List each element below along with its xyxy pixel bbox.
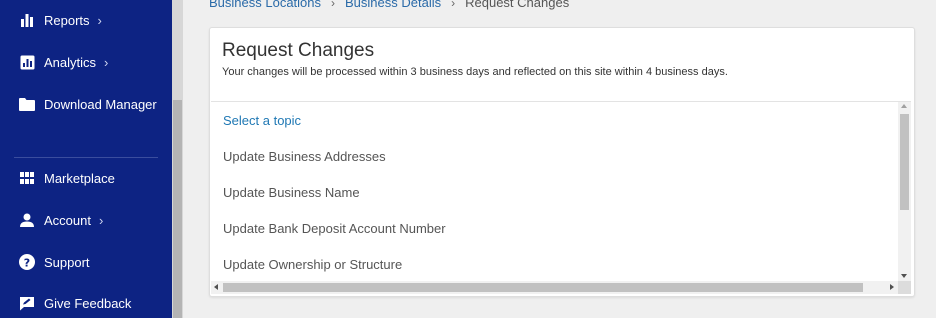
sidebar-item-analytics[interactable]: Analytics › [18, 50, 108, 74]
sidebar-item-label: Support [44, 254, 90, 270]
person-icon [18, 211, 36, 229]
sidebar-divider [14, 157, 158, 158]
scroll-right-icon[interactable] [890, 284, 894, 290]
topic-option[interactable]: Update Bank Deposit Account Number [223, 221, 446, 236]
sidebar: Reports › Analytics › Download Manager M… [0, 0, 172, 318]
grid-icon [18, 169, 36, 187]
page-subtitle: Your changes will be processed within 3 … [222, 66, 728, 78]
sidebar-item-give-feedback[interactable]: Give Feedback [18, 291, 131, 315]
chevron-right-icon: › [104, 54, 109, 70]
feedback-icon [18, 294, 36, 312]
topic-option[interactable]: Update Business Addresses [223, 149, 386, 164]
scroll-down-icon[interactable] [901, 274, 907, 278]
breadcrumb-separator: › [331, 0, 336, 10]
svg-text:?: ? [24, 256, 30, 269]
chevron-right-icon: › [98, 212, 104, 228]
help-icon: ? [18, 253, 36, 271]
request-changes-card: Request Changes Your changes will be pro… [209, 27, 915, 297]
sidebar-scrollbar[interactable] [172, 0, 183, 318]
horizontal-scrollbar-thumb[interactable] [223, 283, 863, 292]
sidebar-item-account[interactable]: Account › [18, 208, 103, 232]
breadcrumb: Business Locations › Business Details › … [209, 0, 569, 10]
sidebar-item-download-manager[interactable]: Download Manager [18, 92, 157, 116]
topic-option-placeholder[interactable]: Select a topic [223, 113, 301, 128]
page-title: Request Changes [222, 40, 375, 61]
analytics-icon [18, 53, 36, 71]
breadcrumb-link-business-details[interactable]: Business Details [345, 0, 441, 10]
chevron-right-icon: › [97, 12, 102, 28]
sidebar-item-label: Analytics [44, 54, 97, 70]
sidebar-scrollbar-thumb[interactable] [173, 100, 182, 318]
breadcrumb-link-business-locations[interactable]: Business Locations [209, 0, 321, 10]
topic-listbox[interactable]: Select a topic Update Business Addresses… [211, 101, 911, 295]
sidebar-item-label: Give Feedback [44, 295, 132, 311]
sidebar-item-marketplace[interactable]: Marketplace [18, 166, 115, 190]
topic-option[interactable]: Update Ownership or Structure [223, 257, 402, 272]
sidebar-item-label: Account [44, 212, 91, 228]
breadcrumb-current: Request Changes [465, 0, 570, 10]
scroll-up-icon[interactable] [901, 104, 907, 108]
sidebar-item-label: Reports [44, 12, 90, 28]
scrollbar-corner [898, 281, 911, 294]
sidebar-item-reports[interactable]: Reports › [18, 8, 102, 32]
folder-icon [18, 95, 36, 113]
scroll-left-icon[interactable] [214, 284, 218, 290]
sidebar-item-label: Download Manager [44, 96, 157, 112]
sidebar-item-support[interactable]: ? Support [18, 250, 90, 274]
listbox-horizontal-scrollbar[interactable] [211, 281, 898, 294]
sidebar-item-label: Marketplace [44, 170, 115, 186]
listbox-vertical-scrollbar[interactable] [898, 102, 911, 281]
topic-option[interactable]: Update Business Name [223, 185, 360, 200]
breadcrumb-separator: › [451, 0, 456, 10]
bar-chart-icon [18, 11, 36, 29]
vertical-scrollbar-thumb[interactable] [900, 114, 909, 210]
